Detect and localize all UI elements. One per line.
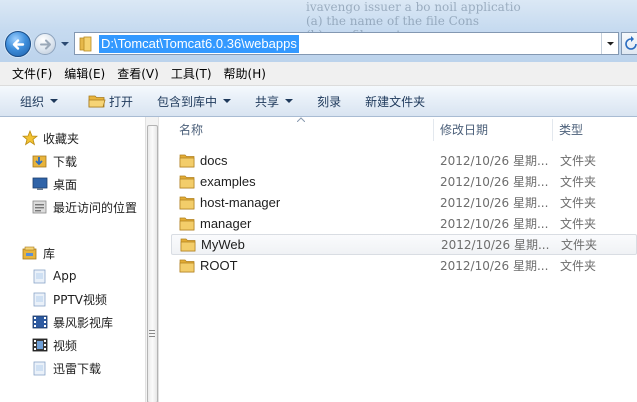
- dropdown-icon: [607, 42, 614, 46]
- chevron-down-icon: [285, 98, 294, 103]
- new-folder-label: 新建文件夹: [365, 94, 426, 109]
- organize-label: 组织: [20, 94, 45, 109]
- nav-item-xunlei[interactable]: 迅雷下载: [32, 358, 101, 378]
- include-in-library-button[interactable]: 包含到库中: [157, 93, 232, 110]
- column-divider[interactable]: [552, 119, 553, 141]
- file-date: 2012/10/26 星期...: [441, 238, 550, 252]
- include-in-library-label: 包含到库中: [157, 94, 218, 109]
- library-icon: [22, 246, 37, 260]
- scrollbar-grip-icon: [149, 330, 155, 337]
- nav-item-app[interactable]: App: [32, 266, 76, 286]
- folder-icon: [180, 238, 196, 251]
- scrollbar-thumb[interactable]: [147, 125, 158, 402]
- address-path[interactable]: D:\Tomcat\Tomcat6.0.36\webapps: [99, 34, 299, 53]
- folder-icon: [179, 217, 195, 230]
- share-label: 共享: [255, 94, 280, 109]
- open-label: 打开: [109, 94, 134, 109]
- file-date: 2012/10/26 星期...: [440, 175, 549, 189]
- file-name: host-manager: [200, 195, 281, 210]
- file-name: docs: [200, 153, 228, 168]
- open-folder-icon: [88, 95, 106, 108]
- new-folder-button[interactable]: 新建文件夹: [365, 93, 425, 110]
- folder-icon: [179, 154, 195, 167]
- share-button[interactable]: 共享: [255, 93, 294, 110]
- menu-bar: 文件(F) 编辑(E) 查看(V) 工具(T) 帮助(H): [0, 62, 637, 86]
- file-date: 2012/10/26 星期...: [440, 217, 549, 231]
- forward-button[interactable]: [34, 33, 56, 55]
- nav-item-recent-places[interactable]: 最近访问的位置: [32, 197, 137, 217]
- desktop-icon: [32, 177, 48, 190]
- downloads-folder-icon: [32, 155, 47, 168]
- address-bar-region: ivavengo issuer a bo noil applicatio (a)…: [0, 0, 637, 62]
- file-name: ROOT: [200, 258, 238, 273]
- file-name: examples: [200, 174, 256, 189]
- open-button[interactable]: 打开: [88, 93, 133, 110]
- refresh-button[interactable]: [621, 32, 637, 55]
- sort-up-icon: [297, 117, 305, 122]
- nav-favorites[interactable]: 收藏夹: [22, 128, 79, 148]
- address-dropdown-button[interactable]: [601, 33, 618, 54]
- film-icon: [32, 338, 48, 352]
- back-icon: [12, 39, 25, 50]
- nav-item-desktop[interactable]: 桌面: [32, 174, 77, 194]
- file-list: 名称 修改日期 类型 docs 2012/10/26 星期... 文件夹 exa…: [159, 117, 637, 402]
- file-type: 文件夹: [560, 154, 597, 168]
- back-button[interactable]: [5, 31, 31, 57]
- nav-item-pptv[interactable]: PPTV视频: [32, 289, 107, 309]
- star-icon: [22, 130, 38, 146]
- file-type: 文件夹: [560, 217, 597, 231]
- recent-places-icon: [32, 200, 47, 214]
- folder-icon: [179, 175, 195, 188]
- menu-help[interactable]: 帮助(H): [218, 65, 272, 82]
- file-type: 文件夹: [560, 196, 597, 210]
- folder-icon: [179, 196, 195, 209]
- table-row-hovered[interactable]: MyWeb 2012/10/26 星期... 文件夹: [171, 234, 637, 255]
- column-divider[interactable]: [433, 119, 434, 141]
- file-type: 文件夹: [561, 238, 598, 252]
- film-icon: [32, 315, 48, 329]
- address-field[interactable]: D:\Tomcat\Tomcat6.0.36\webapps: [74, 32, 619, 55]
- table-row[interactable]: ROOT 2012/10/26 星期... 文件夹: [171, 255, 637, 276]
- library-folder-icon: [33, 292, 46, 307]
- chevron-down-icon: [223, 98, 232, 103]
- library-folder-icon: [33, 361, 46, 376]
- table-row[interactable]: host-manager 2012/10/26 星期... 文件夹: [171, 192, 637, 213]
- file-name: manager: [200, 216, 252, 231]
- burn-label: 刻录: [317, 94, 342, 109]
- table-row[interactable]: docs 2012/10/26 星期... 文件夹: [171, 150, 637, 171]
- burn-button[interactable]: 刻录: [317, 93, 341, 110]
- menu-tools[interactable]: 工具(T): [165, 65, 218, 82]
- refresh-icon: [625, 36, 637, 50]
- file-date: 2012/10/26 星期...: [440, 259, 549, 273]
- navigation-pane: 收藏夹 下载 桌面 最近访问的位置 库 App PPTV视频 暴风影视库 视频 …: [0, 117, 145, 402]
- chevron-down-icon: [50, 98, 59, 103]
- menu-view[interactable]: 查看(V): [111, 65, 165, 82]
- folder-icon: [79, 36, 92, 51]
- column-header-type[interactable]: 类型: [559, 117, 583, 143]
- nav-libraries[interactable]: 库: [22, 243, 55, 263]
- file-date: 2012/10/26 星期...: [440, 154, 549, 168]
- organize-button[interactable]: 组织: [20, 93, 59, 110]
- folder-icon: [179, 259, 195, 272]
- table-row[interactable]: manager 2012/10/26 星期... 文件夹: [171, 213, 637, 234]
- menu-edit[interactable]: 编辑(E): [58, 65, 111, 82]
- file-type: 文件夹: [560, 175, 597, 189]
- nav-item-downloads[interactable]: 下载: [32, 151, 77, 171]
- navigation-scrollbar[interactable]: [145, 117, 159, 402]
- file-type: 文件夹: [560, 259, 597, 273]
- file-date: 2012/10/26 星期...: [440, 196, 549, 210]
- file-name: MyWeb: [201, 237, 245, 252]
- nav-item-baofeng[interactable]: 暴风影视库: [32, 312, 113, 332]
- forward-icon: [40, 39, 51, 50]
- nav-item-videos[interactable]: 视频: [32, 335, 77, 355]
- column-header-name[interactable]: 名称: [179, 117, 203, 143]
- table-row[interactable]: examples 2012/10/26 星期... 文件夹: [171, 171, 637, 192]
- column-header-date[interactable]: 修改日期: [440, 117, 488, 143]
- command-bar: 组织 打开 包含到库中 共享 刻录 新建文件夹: [0, 86, 637, 117]
- history-dropdown-icon[interactable]: [60, 40, 70, 48]
- library-folder-icon: [33, 269, 46, 284]
- menu-file[interactable]: 文件(F): [6, 65, 58, 82]
